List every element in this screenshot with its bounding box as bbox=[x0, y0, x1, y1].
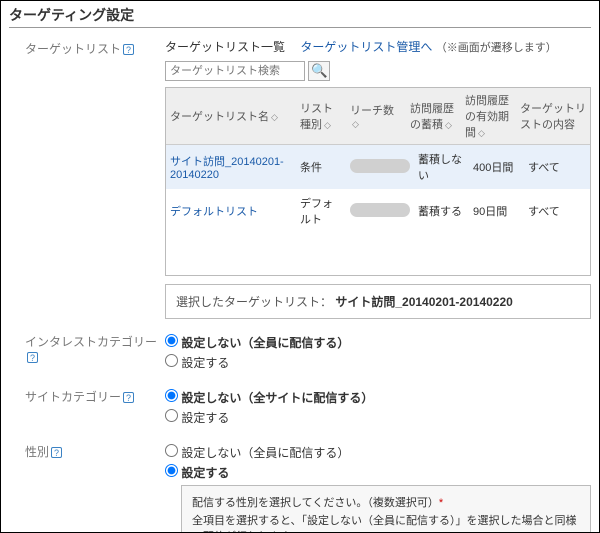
row-content: すべて bbox=[524, 145, 590, 189]
page-title: ターゲティング設定 bbox=[1, 1, 599, 27]
col-name[interactable]: ターゲットリスト名◇ bbox=[166, 88, 296, 145]
manage-link[interactable]: ターゲットリスト管理へ bbox=[300, 40, 432, 54]
row-name[interactable]: サイト訪問_20140201-20140220 bbox=[170, 156, 284, 181]
search-button[interactable]: 🔍 bbox=[308, 61, 330, 81]
row-reach bbox=[346, 189, 414, 233]
reach-blur bbox=[350, 203, 410, 217]
row-type: デフォルト bbox=[296, 189, 346, 233]
table-row[interactable]: デフォルトリスト デフォルト 蓄積する 90日間 すべて bbox=[166, 189, 590, 233]
interest-radio-set[interactable]: 設定する bbox=[165, 356, 229, 370]
target-list-label: ターゲットリスト? bbox=[25, 38, 165, 319]
target-list-table: ターゲットリスト名◇ リスト種別◇ リーチ数◇ 訪問履歴の蓄積◇ 訪問履歴の有効… bbox=[165, 87, 591, 276]
site-label: サイトカテゴリー? bbox=[25, 386, 165, 429]
row-validity: 90日間 bbox=[469, 189, 524, 233]
col-type[interactable]: リスト種別◇ bbox=[296, 88, 346, 145]
site-section: サイトカテゴリー? 設定しない（全サイトに配信する） 設定する bbox=[1, 382, 599, 437]
site-radio-set[interactable]: 設定する bbox=[165, 411, 229, 425]
table-row[interactable]: サイト訪問_20140201-20140220 条件 蓄積しない 400日間 す… bbox=[166, 145, 590, 189]
help-icon[interactable]: ? bbox=[123, 44, 134, 55]
required-mark: * bbox=[439, 497, 443, 509]
col-content: ターゲットリストの内容 bbox=[516, 88, 590, 145]
sort-icon: ◇ bbox=[445, 120, 452, 130]
gender-section: 性別? 設定しない（全員に配信する） 設定する 配信する性別を選択してください。… bbox=[1, 437, 599, 533]
gender-radio-set[interactable]: 設定する bbox=[165, 466, 229, 480]
help-icon[interactable]: ? bbox=[51, 447, 62, 458]
sort-icon: ◇ bbox=[352, 119, 359, 129]
gender-label: 性別? bbox=[25, 441, 165, 533]
col-accumulate[interactable]: 訪問履歴の蓄積◇ bbox=[406, 88, 461, 145]
divider bbox=[9, 27, 591, 28]
gender-options-block: 配信する性別を選択してください。（複数選択可）* 全項目を選択すると、「設定しな… bbox=[181, 485, 591, 533]
site-radio-none[interactable]: 設定しない（全サイトに配信する） bbox=[165, 391, 373, 405]
row-name[interactable]: デフォルトリスト bbox=[170, 206, 258, 218]
interest-section: インタレストカテゴリー? 設定しない（全員に配信する） 設定する bbox=[1, 327, 599, 382]
selected-label: 選択したターゲットリスト： bbox=[176, 295, 332, 309]
selected-value: サイト訪問_20140201-20140220 bbox=[335, 295, 512, 309]
reach-blur bbox=[350, 159, 410, 173]
col-reach[interactable]: リーチ数◇ bbox=[346, 88, 406, 145]
gender-note: 全項目を選択すると、「設定しない（全員に配信する）」を選択した場合と同様の配信が… bbox=[192, 512, 580, 533]
target-list-section: ターゲットリスト? ターゲットリスト一覧 ターゲットリスト管理へ （※画面が遷移… bbox=[1, 34, 599, 327]
sort-icon: ◇ bbox=[478, 128, 485, 138]
row-validity: 400日間 bbox=[469, 145, 524, 189]
help-icon[interactable]: ? bbox=[27, 352, 38, 363]
interest-radio-none[interactable]: 設定しない（全員に配信する） bbox=[165, 336, 349, 350]
row-accumulate: 蓄積する bbox=[414, 189, 469, 233]
help-icon[interactable]: ? bbox=[123, 392, 134, 403]
col-validity[interactable]: 訪問履歴の有効期間◇ bbox=[461, 88, 516, 145]
sort-icon: ◇ bbox=[324, 120, 331, 130]
search-input[interactable] bbox=[165, 61, 305, 81]
interest-label: インタレストカテゴリー? bbox=[25, 331, 165, 374]
row-content: すべて bbox=[524, 189, 590, 233]
selected-bar: 選択したターゲットリスト： サイト訪問_20140201-20140220 bbox=[165, 284, 591, 319]
row-type: 条件 bbox=[296, 145, 346, 189]
gender-radio-none[interactable]: 設定しない（全員に配信する） bbox=[165, 446, 349, 460]
sort-icon: ◇ bbox=[271, 112, 278, 122]
row-accumulate: 蓄積しない bbox=[414, 145, 469, 189]
gender-instruction: 配信する性別を選択してください。（複数選択可） bbox=[192, 497, 439, 509]
manage-note: （※画面が遷移します） bbox=[436, 42, 557, 54]
list-heading: ターゲットリスト一覧 bbox=[165, 38, 285, 55]
search-icon: 🔍 bbox=[311, 63, 328, 78]
row-reach bbox=[346, 145, 414, 189]
